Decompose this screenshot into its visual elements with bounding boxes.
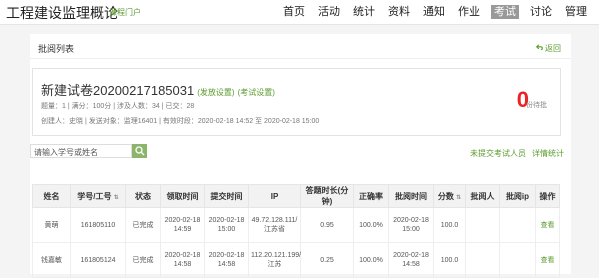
col-duration: 答题时长(分钟) (300, 184, 354, 208)
review-table: 姓名 学号/工号 ⇅ 状态 领取时间 提交时间 IP 答题时长(分钟) 正确率 … (32, 184, 560, 278)
col-score-label: 分数 (437, 191, 454, 201)
cell-name: 钱嘉敏 (32, 242, 71, 278)
col-id-label: 学号/工号 (77, 191, 112, 201)
col-review-time: 批阅时间 (388, 184, 434, 208)
view-link[interactable]: 查看 (535, 207, 560, 243)
cell-id: 161805110 (70, 207, 126, 243)
col-reviewer: 批阅人 (465, 184, 500, 208)
main-nav: 首页 活动 统计 资料 通知 作业 考试 讨论 管理 (281, 5, 589, 19)
cell-id: 161805124 (70, 242, 126, 278)
course-portal-link[interactable]: 课程门户 (109, 7, 141, 18)
cell-name: 黄萌 (32, 207, 71, 243)
top-bar: 工程建设监理概论 课程门户 首页 活动 统计 资料 通知 作业 考试 讨论 管理 (0, 0, 599, 25)
cell-submit-time: 2020-02-18 14:58 (204, 242, 249, 278)
nav-statistics[interactable]: 统计 (351, 5, 377, 19)
cell-review-time: 2020-02-18 14:58 (388, 242, 434, 278)
col-score[interactable]: 分数 ⇅ (433, 184, 466, 208)
col-get-time: 领取时间 (160, 184, 205, 208)
back-label: 返回 (545, 44, 561, 53)
col-action: 操作 (535, 184, 560, 208)
table-row: 钱嘉敏 161805124 已完成 2020-02-18 14:58 2020-… (32, 242, 560, 278)
nav-discussion[interactable]: 讨论 (528, 5, 554, 19)
nav-activity[interactable]: 活动 (316, 5, 342, 19)
cell-ip: 112.20.121.199/江苏 (248, 242, 301, 278)
divider (30, 58, 571, 59)
nav-resources[interactable]: 资料 (386, 5, 412, 19)
col-name: 姓名 (32, 184, 71, 208)
cell-accuracy: 100.0% (353, 242, 389, 278)
cell-get-time: 2020-02-18 14:59 (160, 207, 205, 243)
exam-stats: 题量：1 | 满分：100分 | 涉及人数：34 | 已交：28 (41, 103, 195, 110)
cell-score: 100.0 (433, 207, 466, 243)
cell-score: 100.0 (433, 242, 466, 278)
pending-label: 份待批 (526, 102, 547, 109)
cell-review-time: 2020-02-18 15:00 (388, 207, 434, 243)
col-ip: IP (248, 184, 301, 208)
sort-icon[interactable]: ⇅ (456, 195, 461, 201)
cell-duration: 0.25 (300, 242, 354, 278)
cell-get-time: 2020-02-18 14:58 (160, 242, 205, 278)
col-submit-time: 提交时间 (204, 184, 249, 208)
col-review-ip: 批阅ip (499, 184, 536, 208)
sort-icon[interactable]: ⇅ (114, 195, 119, 201)
exam-details: 创建人：史晓 | 发送对象：监理16401 | 有效时段：2020-02-18 … (41, 118, 320, 125)
unsubmitted-link[interactable]: 未提交考试人员 (470, 148, 526, 159)
col-accuracy: 正确率 (353, 184, 389, 208)
cell-status: 已完成 (125, 242, 161, 278)
exam-info-card: 新建试卷20200217185031 (发放设置) (考试设置) 题量：1 | 满分… (32, 68, 561, 136)
search-input[interactable]: 请输入学号或姓名 (30, 144, 132, 158)
panel-title: 批阅列表 (38, 44, 75, 54)
col-id[interactable]: 学号/工号 ⇅ (70, 184, 126, 208)
cell-status: 已完成 (125, 207, 161, 243)
cell-review-ip (499, 207, 536, 243)
cell-accuracy: 100.0% (353, 207, 389, 243)
table-header-row: 姓名 学号/工号 ⇅ 状态 领取时间 提交时间 IP 答题时长(分钟) 正确率 … (32, 184, 560, 208)
detail-stats-link[interactable]: 详情统计 (532, 148, 564, 159)
search-icon (135, 146, 145, 156)
cell-duration: 0.95 (300, 207, 354, 243)
cell-reviewer (465, 207, 500, 243)
nav-home[interactable]: 首页 (281, 5, 307, 19)
view-link[interactable]: 查看 (535, 242, 560, 278)
cell-review-ip (499, 242, 536, 278)
cell-reviewer (465, 242, 500, 278)
course-title[interactable]: 工程建设监理概论 (6, 3, 118, 23)
cell-submit-time: 2020-02-18 15:00 (204, 207, 249, 243)
exam-title: 新建试卷20200217185031 (发放设置) (考试设置) (41, 80, 275, 99)
col-status: 状态 (125, 184, 161, 208)
back-arrow-icon (536, 44, 543, 51)
table-row: 黄萌 161805110 已完成 2020-02-18 14:59 2020-0… (32, 207, 560, 243)
nav-notices[interactable]: 通知 (421, 5, 447, 19)
nav-homework[interactable]: 作业 (456, 5, 482, 19)
exam-name: 新建试卷20200217185031 (41, 83, 195, 98)
exam-settings-link[interactable]: (考试设置) (238, 88, 275, 97)
distribution-settings-link[interactable]: (发放设置) (197, 88, 234, 97)
cell-ip: 49.72.128.111/江苏省 (248, 207, 301, 243)
nav-manage[interactable]: 管理 (563, 5, 589, 19)
back-link[interactable]: 返回 (536, 43, 561, 54)
search-button[interactable] (132, 144, 147, 158)
nav-exam[interactable]: 考试 (491, 5, 519, 19)
review-panel: 批阅列表 返回 新建试卷20200217185031 (发放设置) (考试设置) 题… (30, 34, 571, 278)
